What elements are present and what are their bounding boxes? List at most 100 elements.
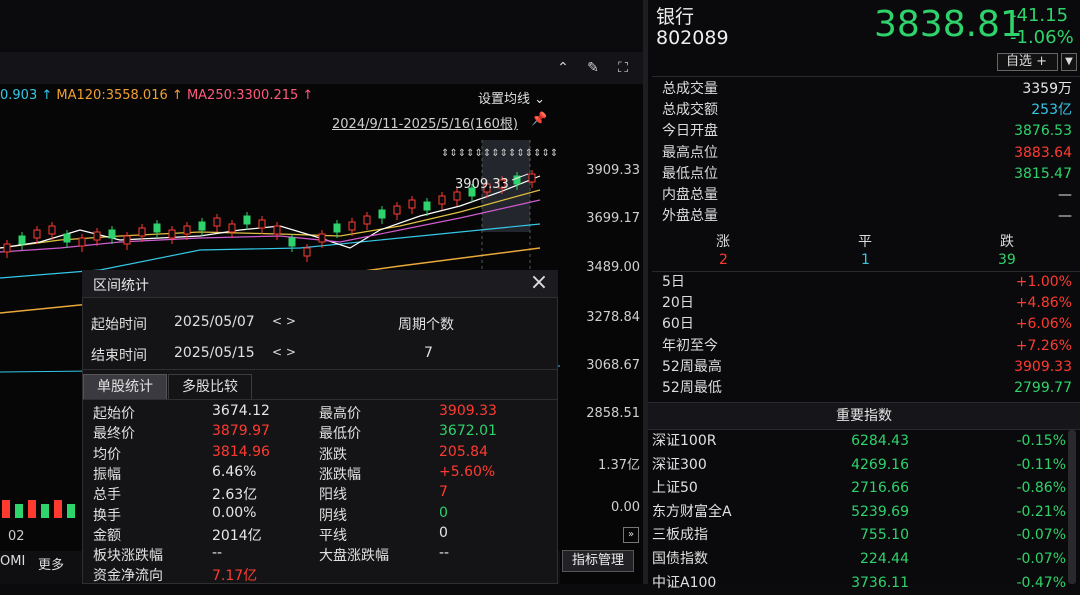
volume-bar xyxy=(15,504,23,518)
quote-value: — xyxy=(1058,187,1072,203)
period-label: 周期个数 xyxy=(398,317,454,333)
volume-bar xyxy=(2,500,10,518)
double-arrow-icon[interactable]: » xyxy=(623,527,639,543)
candle xyxy=(138,227,146,237)
candle xyxy=(33,229,41,239)
volume-bar xyxy=(41,504,49,518)
peak-label: 3909.33 xyxy=(455,177,509,192)
index-row[interactable]: 国债指数 224.44 -0.07% xyxy=(652,548,1066,572)
period-count: 7 xyxy=(424,345,433,361)
period-value: 2799.77 xyxy=(1014,380,1072,396)
start-date[interactable]: 2025/05/07 xyxy=(174,314,255,330)
stat-label: 板块涨跌幅 xyxy=(93,548,163,565)
stat-value: 0 xyxy=(439,504,448,521)
tab-more[interactable]: 更多 xyxy=(38,554,64,573)
scrollbar[interactable] xyxy=(1068,430,1076,584)
index-row[interactable]: 三板成指 755.10 -0.07% xyxy=(652,524,1066,548)
period-row: 5日 +1.00% xyxy=(662,272,1072,293)
volume-bar xyxy=(54,500,62,518)
quote-row: 内盘总量 — xyxy=(662,185,1072,206)
ma-legend: 0.903 ↑ MA120:3558.016 ↑ MA250:3300.215 … xyxy=(0,88,313,103)
candle xyxy=(48,225,56,235)
period-label: 52周最高 xyxy=(662,358,722,375)
start-nav[interactable]: < > xyxy=(272,314,296,328)
period-value: +7.26% xyxy=(1015,337,1072,354)
tab-omi[interactable]: OMI xyxy=(0,554,25,569)
divider xyxy=(82,399,558,400)
period-label: 5日 xyxy=(662,274,685,290)
quote-value: — xyxy=(1058,208,1072,225)
index-name: 上证50 xyxy=(652,480,698,497)
chevron-down-icon: ⌄ xyxy=(534,92,546,107)
y-tick: 3068.67 xyxy=(586,358,640,373)
brush-icon[interactable]: ✎ xyxy=(582,57,604,79)
index-price: 755.10 xyxy=(860,527,909,544)
stat-value: 7.17亿 xyxy=(212,568,258,585)
candle xyxy=(168,229,176,239)
index-price: 4269.16 xyxy=(851,456,909,473)
stock-price: 3838.81 xyxy=(874,4,1023,45)
stat-label: 平线 xyxy=(319,527,347,544)
quote-label: 最高点位 xyxy=(662,144,718,161)
index-row[interactable]: 上证50 2716.66 -0.86% xyxy=(652,477,1066,501)
period-label: 20日 xyxy=(662,295,694,312)
tab-multi-stock[interactable]: 多股比较 xyxy=(168,374,252,400)
stat-value: 3674.12 xyxy=(212,403,270,419)
stat-value: 0 xyxy=(439,524,448,541)
candle xyxy=(423,201,431,211)
index-name: 深证100R xyxy=(652,433,717,449)
index-price: 3736.11 xyxy=(851,574,909,591)
quote-row: 今日开盘 3876.53 xyxy=(662,121,1072,142)
period-row: 60日 +6.06% xyxy=(662,314,1072,335)
stat-value: 2014亿 xyxy=(212,527,262,544)
candle xyxy=(438,195,446,205)
tab-single-stock[interactable]: 单股统计 xyxy=(83,374,167,400)
candle xyxy=(123,235,131,245)
index-row[interactable]: 深证300 4269.16 -0.11% xyxy=(652,454,1066,478)
stat-value: -- xyxy=(439,545,450,562)
quote-label: 最低点位 xyxy=(662,165,718,182)
stat-label: 资金净流向 xyxy=(93,568,163,585)
ma-first-value: 0.903 xyxy=(0,88,38,103)
fullscreen-icon[interactable]: ⛶ xyxy=(612,57,634,79)
divider xyxy=(82,369,558,370)
end-date[interactable]: 2025/05/15 xyxy=(174,345,255,361)
pin-icon[interactable]: 📌 xyxy=(531,112,547,127)
close-icon[interactable]: × xyxy=(528,270,550,296)
end-nav[interactable]: < > xyxy=(272,345,296,359)
index-change: -0.21% xyxy=(1016,503,1066,520)
stat-value: +5.60% xyxy=(439,463,496,480)
circle-chevron-icon[interactable]: ⌃ xyxy=(552,57,574,79)
index-change: -0.86% xyxy=(1016,480,1066,497)
down-label: 跌 xyxy=(1000,234,1014,250)
period-label: 年初至今 xyxy=(662,337,718,354)
index-name: 三板成指 xyxy=(652,527,708,544)
period-row: 20日 +4.86% xyxy=(662,293,1072,314)
chevron-down-icon[interactable]: ▼ xyxy=(1061,53,1077,71)
period-value: 3909.33 xyxy=(1014,358,1072,375)
candle xyxy=(393,205,401,215)
quote-value: 253亿 xyxy=(1031,102,1072,119)
indicator-manage-button[interactable]: 指标管理 xyxy=(562,550,634,572)
index-row[interactable]: 中证A100 3736.11 -0.47% xyxy=(652,572,1066,595)
index-name: 国债指数 xyxy=(652,551,708,567)
index-row[interactable]: 东方财富全A 5239.69 -0.21% xyxy=(652,501,1066,525)
set-ma-button[interactable]: 设置均线 ⌄ xyxy=(478,88,545,107)
ma120-value: MA120:3558.016 xyxy=(56,88,168,103)
stat-value: 2.63亿 xyxy=(212,487,258,504)
add-watchlist-button[interactable]: 自选 + xyxy=(997,53,1058,71)
candle xyxy=(408,199,416,209)
quote-row: 最高点位 3883.64 xyxy=(662,143,1072,164)
period-row: 年初至今 +7.26% xyxy=(662,336,1072,357)
candle xyxy=(288,237,296,247)
x-axis-label: 02 xyxy=(8,529,25,544)
index-row[interactable]: 深证100R 6284.43 -0.15% xyxy=(652,430,1066,454)
stat-label: 涨跌幅 xyxy=(319,466,361,483)
candle xyxy=(213,217,221,227)
volume-bar xyxy=(28,500,36,518)
candle xyxy=(363,215,371,225)
candle xyxy=(78,237,86,247)
period-label: 60日 xyxy=(662,316,694,333)
stat-label: 大盘涨跌幅 xyxy=(319,548,389,565)
index-change: -0.07% xyxy=(1016,527,1066,544)
